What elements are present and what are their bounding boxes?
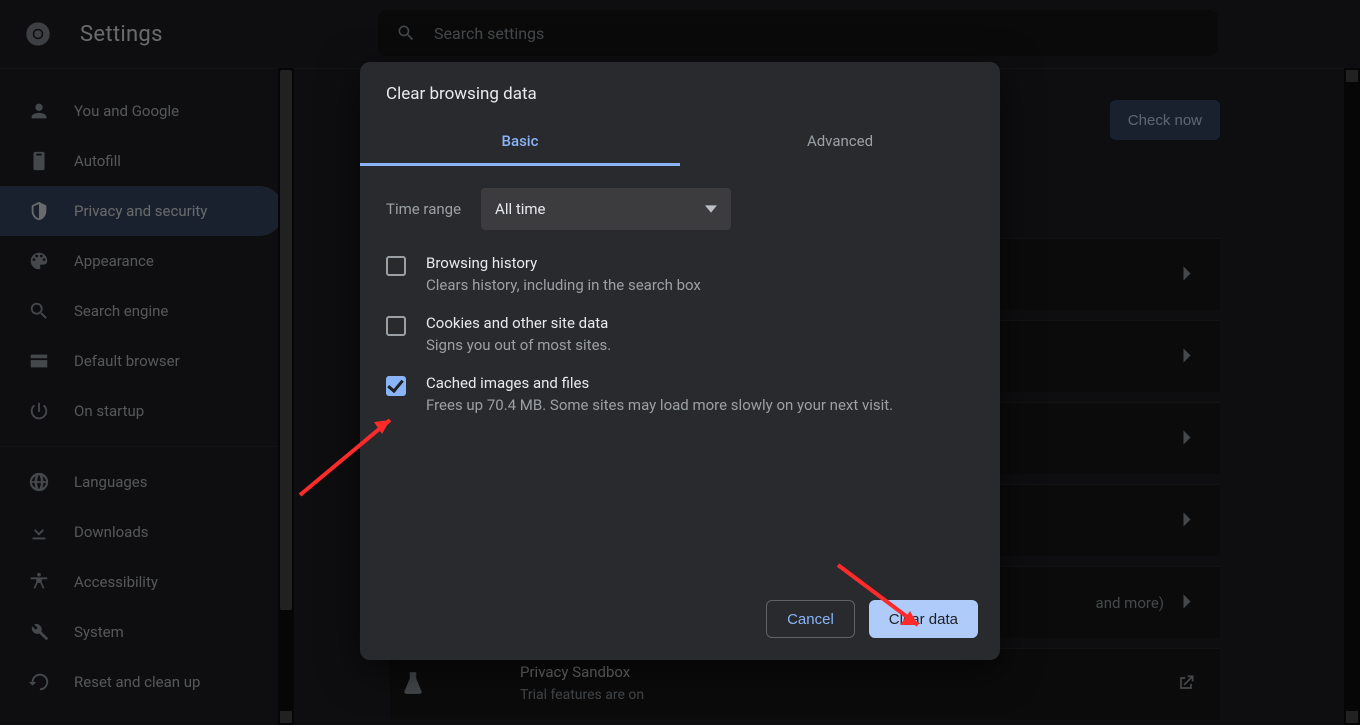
option-cookies[interactable]: Cookies and other site data Signs you ou… bbox=[360, 300, 1000, 360]
sidebar-item-label: System bbox=[74, 623, 124, 641]
sidebar-item-system[interactable]: System bbox=[0, 607, 284, 657]
option-subtitle: Signs you out of most sites. bbox=[426, 336, 611, 354]
main-scroll-button-down[interactable] bbox=[1346, 711, 1358, 723]
page-title: Settings bbox=[80, 22, 163, 47]
chevron-right-icon bbox=[1182, 429, 1192, 448]
sidebar-item-reset-clean-up[interactable]: Reset and clean up bbox=[0, 657, 284, 707]
sidebar-item-autofill[interactable]: Autofill bbox=[0, 136, 284, 186]
sidebar-item-appearance[interactable]: Appearance bbox=[0, 236, 284, 286]
clipboard-icon bbox=[28, 150, 50, 172]
option-title: Cached images and files bbox=[426, 374, 893, 392]
sidebar-item-label: Accessibility bbox=[74, 573, 158, 591]
dialog-actions: Cancel Clear data bbox=[766, 600, 978, 638]
dialog-tabs: Basic Advanced bbox=[360, 118, 1000, 166]
sidebar-item-label: Autofill bbox=[74, 152, 121, 170]
sidebar-item-label: Languages bbox=[74, 473, 148, 491]
sidebar-item-label: You and Google bbox=[74, 102, 179, 120]
sidebar-item-label: Downloads bbox=[74, 523, 149, 541]
main-scroll-button-up[interactable] bbox=[1346, 70, 1358, 82]
sidebar-item-default-browser[interactable]: Default browser bbox=[0, 336, 284, 386]
search-settings-input[interactable]: Search settings bbox=[378, 10, 1218, 56]
sidebar-item-privacy-security[interactable]: Privacy and security bbox=[0, 186, 284, 236]
cancel-button[interactable]: Cancel bbox=[766, 600, 855, 638]
checkbox-cookies[interactable] bbox=[386, 316, 406, 336]
main-scrollbar[interactable] bbox=[1344, 68, 1360, 725]
sidebar-item-on-startup[interactable]: On startup bbox=[0, 386, 284, 436]
sidebar-item-label: Default browser bbox=[74, 352, 180, 370]
open-external-icon bbox=[1176, 673, 1196, 697]
sidebar-item-languages[interactable]: Languages bbox=[0, 457, 284, 507]
window-icon bbox=[28, 350, 50, 372]
sidebar-scroll-button-down[interactable] bbox=[280, 711, 292, 723]
chevron-down-icon bbox=[705, 203, 717, 215]
download-icon bbox=[28, 521, 50, 543]
option-subtitle: Clears history, including in the search … bbox=[426, 276, 701, 294]
option-title: Cookies and other site data bbox=[426, 314, 611, 332]
sidebar-item-label: Appearance bbox=[74, 252, 154, 270]
flask-icon bbox=[400, 670, 426, 700]
time-range-select[interactable]: All time bbox=[481, 188, 731, 230]
card-title: Privacy Sandbox bbox=[520, 663, 630, 681]
globe-icon bbox=[28, 471, 50, 493]
sidebar-item-label: Reset and clean up bbox=[74, 673, 200, 691]
sidebar-item-search-engine[interactable]: Search engine bbox=[0, 286, 284, 336]
time-range-row: Time range All time bbox=[360, 166, 1000, 240]
palette-icon bbox=[28, 250, 50, 272]
card-right-text: and more) bbox=[1096, 594, 1164, 612]
tab-basic[interactable]: Basic bbox=[360, 118, 680, 166]
sidebar-item-accessibility[interactable]: Accessibility bbox=[0, 557, 284, 607]
chevron-right-icon bbox=[1182, 347, 1192, 366]
sidebar-scrollbar[interactable] bbox=[278, 68, 294, 725]
chevron-right-icon bbox=[1182, 593, 1192, 612]
sidebar-item-label: On startup bbox=[74, 402, 144, 420]
clear-data-button[interactable]: Clear data bbox=[869, 600, 978, 638]
sidebar-scroll-thumb[interactable] bbox=[280, 70, 292, 610]
time-range-value: All time bbox=[495, 200, 545, 218]
option-browsing-history[interactable]: Browsing history Clears history, includi… bbox=[360, 240, 1000, 300]
tab-advanced[interactable]: Advanced bbox=[680, 118, 1000, 166]
restore-icon bbox=[28, 671, 50, 693]
chevron-right-icon bbox=[1182, 265, 1192, 284]
sidebar-separator bbox=[0, 446, 278, 447]
accessibility-icon bbox=[28, 571, 50, 593]
option-cached-images[interactable]: Cached images and files Frees up 70.4 MB… bbox=[360, 360, 1000, 420]
sidebar-item-label: Privacy and security bbox=[74, 202, 207, 220]
time-range-label: Time range bbox=[386, 200, 461, 218]
chevron-right-icon bbox=[1182, 511, 1192, 530]
sidebar-item-downloads[interactable]: Downloads bbox=[0, 507, 284, 557]
card-subtitle: Trial features are on bbox=[520, 687, 644, 703]
wrench-icon bbox=[28, 621, 50, 643]
option-subtitle: Frees up 70.4 MB. Some sites may load mo… bbox=[426, 396, 893, 414]
option-title: Browsing history bbox=[426, 254, 701, 272]
dialog-title: Clear browsing data bbox=[360, 62, 1000, 118]
search-placeholder: Search settings bbox=[434, 24, 544, 43]
chrome-logo-icon bbox=[24, 20, 52, 48]
clear-browsing-data-dialog: Clear browsing data Basic Advanced Time … bbox=[360, 62, 1000, 660]
shield-icon bbox=[28, 200, 50, 222]
checkbox-cached-images[interactable] bbox=[386, 376, 406, 396]
search-icon bbox=[396, 23, 416, 43]
check-now-button[interactable]: Check now bbox=[1110, 100, 1220, 140]
search-icon bbox=[28, 300, 50, 322]
settings-sidebar: You and Google Autofill Privacy and secu… bbox=[0, 68, 294, 725]
checkbox-browsing-history[interactable] bbox=[386, 256, 406, 276]
person-icon bbox=[28, 100, 50, 122]
power-icon bbox=[28, 400, 50, 422]
sidebar-item-you-and-google[interactable]: You and Google bbox=[0, 86, 284, 136]
sidebar-item-label: Search engine bbox=[74, 302, 168, 320]
